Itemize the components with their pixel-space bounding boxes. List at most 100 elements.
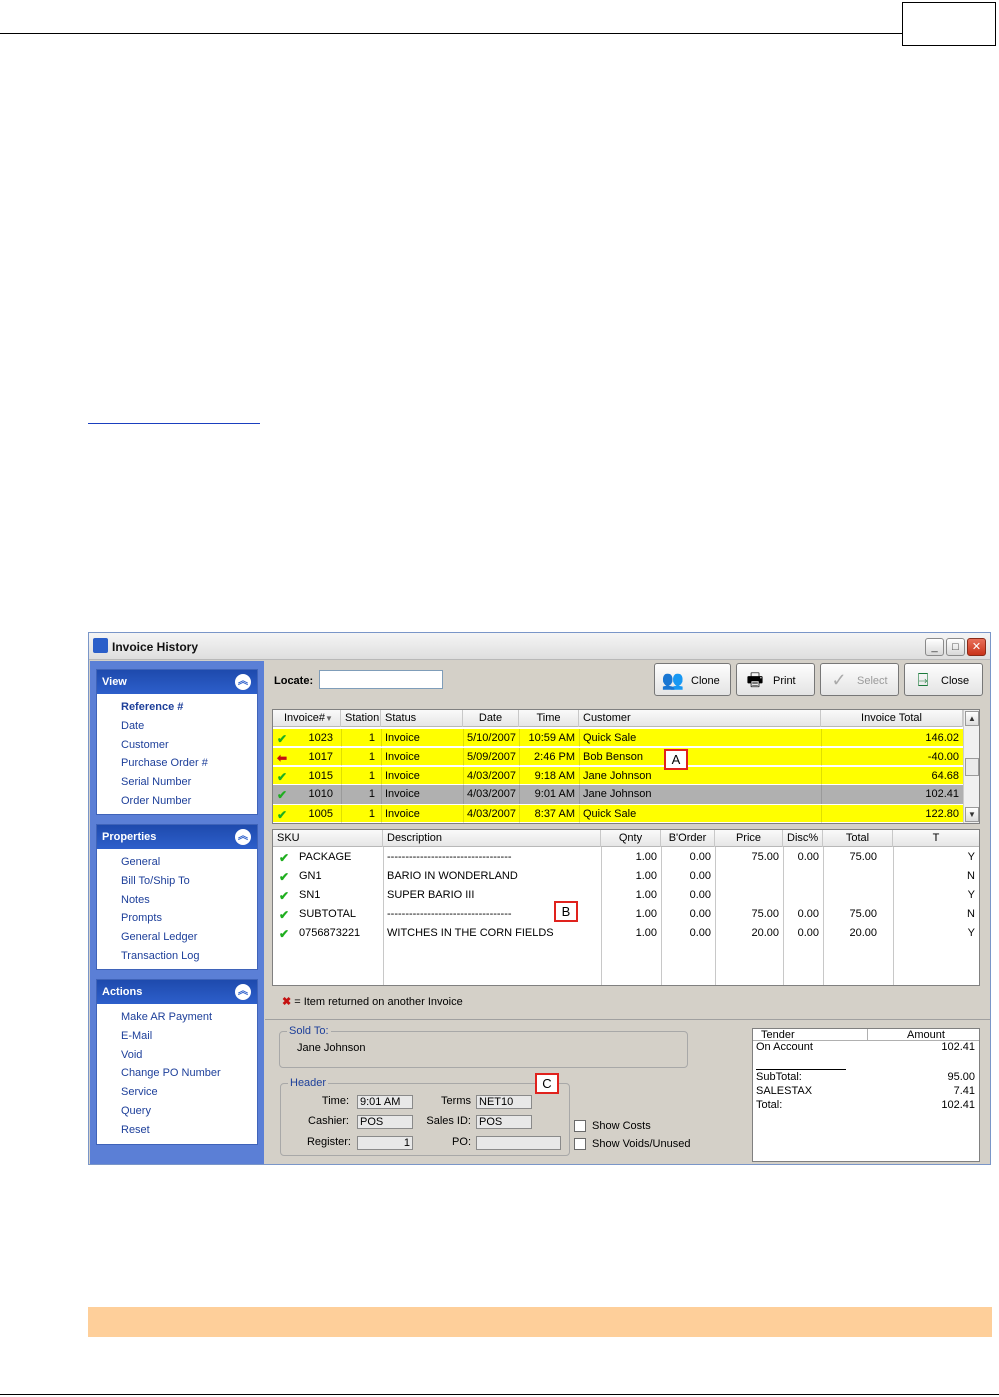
item-cell-qty: 1.00 [635, 870, 657, 882]
line-item-row[interactable]: ✔ SN1 SUPER BARIO III 1.00 0.00 Y [273, 886, 979, 905]
scroll-down-icon[interactable]: ▼ [965, 807, 979, 822]
sold-to-title: Sold To: [287, 1025, 331, 1037]
col-price[interactable]: Price [715, 830, 783, 847]
hyperlink-underline[interactable] [88, 423, 260, 424]
invoice-row[interactable]: ✔ 1023 1 Invoice 5/10/2007 10:59 AM Quick Sale… [273, 728, 963, 748]
show-costs-label[interactable]: Show Costs [592, 1120, 651, 1132]
item-cell-sku: 0756873221 [299, 927, 361, 939]
title-bar[interactable]: Invoice History _ □ ✕ [89, 633, 990, 660]
item-cell-total: 75.00 [849, 908, 877, 920]
view-item-reference[interactable]: Reference # [97, 698, 257, 717]
properties-item-notes[interactable]: Notes [97, 891, 257, 910]
view-item-serial-number[interactable]: Serial Number [97, 773, 257, 792]
col-time[interactable]: Time [519, 710, 579, 727]
col-description[interactable]: Description [383, 830, 601, 847]
scroll-up-icon[interactable]: ▲ [965, 711, 979, 726]
item-cell-border: 0.00 [689, 927, 711, 939]
col-status[interactable]: Status [381, 710, 463, 727]
invoice-cell-station: 1 [368, 788, 375, 800]
col-station[interactable]: Station [341, 710, 381, 727]
item-cell-sku: SUBTOTAL [299, 908, 357, 920]
invoice-row[interactable]: ✔ 1015 1 Invoice 4/03/2007 9:18 AM Jane Johnso… [273, 766, 963, 786]
tender-col-tender: Tender [761, 1029, 795, 1041]
item-cell-disc: 0.00 [797, 927, 819, 939]
invoice-cell-customer: Quick Sale [583, 808, 637, 820]
properties-item-general[interactable]: General [97, 853, 257, 872]
select-button[interactable]: ✓ Select [820, 663, 899, 696]
col-disc[interactable]: Disc% [783, 830, 823, 847]
invoice-cell-invoice: 1005 [308, 808, 333, 820]
col-t[interactable]: T [893, 830, 979, 847]
item-cell-qty: 1.00 [635, 889, 657, 901]
properties-item-bill-ship[interactable]: Bill To/Ship To [97, 872, 257, 891]
print-button[interactable]: 🖶 Print [736, 663, 815, 696]
invoice-row[interactable]: ✔ 1010 1 Invoice 4/03/2007 9:01 AM Jane Johnso… [273, 785, 963, 804]
returned-legend: ✖ = Item returned on another Invoice [282, 995, 463, 1008]
view-item-order-number[interactable]: Order Number [97, 792, 257, 811]
col-qnty[interactable]: Qnty [601, 830, 661, 847]
collapse-up-icon[interactable]: ︽ [235, 984, 251, 1000]
actions-group-header[interactable]: Actions ︽ [97, 980, 257, 1004]
invoice-row[interactable]: ⬅ 1017 1 Invoice 5/09/2007 2:46 PM Bob Benson -… [273, 747, 963, 767]
action-query[interactable]: Query [97, 1102, 257, 1121]
line-item-row[interactable]: ✔ PACKAGE --------------------------------… [273, 848, 979, 867]
check-icon: ✓ [831, 670, 847, 690]
action-service[interactable]: Service [97, 1083, 257, 1102]
col-border[interactable]: B'Order [661, 830, 715, 847]
actions-group-title: Actions [102, 986, 143, 998]
view-item-customer[interactable]: Customer [97, 736, 257, 755]
collapse-up-icon[interactable]: ︽ [235, 829, 251, 845]
properties-item-prompts[interactable]: Prompts [97, 909, 257, 928]
col-sku[interactable]: SKU [273, 830, 383, 847]
item-cell-disc [783, 867, 823, 885]
item-cell-total [823, 886, 881, 904]
line-items-header: SKU Description Qnty B'Order Price Disc%… [273, 830, 979, 847]
invoice-cell-status: Invoice [385, 770, 420, 782]
col-customer[interactable]: Customer [579, 710, 821, 727]
show-costs-checkbox[interactable] [574, 1120, 586, 1132]
action-change-po-number[interactable]: Change PO Number [97, 1064, 257, 1083]
show-voids-label[interactable]: Show Voids/Unused [592, 1138, 690, 1150]
collapse-up-icon[interactable]: ︽ [235, 674, 251, 690]
action-reset[interactable]: Reset [97, 1121, 257, 1140]
properties-item-general-ledger[interactable]: General Ledger [97, 928, 257, 947]
action-make-ar-payment[interactable]: Make AR Payment [97, 1008, 257, 1027]
action-void[interactable]: Void [97, 1046, 257, 1065]
item-cell-sku: GN1 [299, 870, 322, 882]
line-item-row[interactable]: ✔ 0756873221 WITCHES IN THE CORN FIELDS 1.0… [273, 924, 979, 943]
check-icon: ✔ [279, 927, 290, 941]
minimize-button[interactable]: _ [925, 638, 944, 656]
close-window-button[interactable]: ✕ [967, 638, 986, 656]
view-item-date[interactable]: Date [97, 717, 257, 736]
sold-to-name: Jane Johnson [297, 1042, 366, 1054]
show-voids-checkbox[interactable] [574, 1138, 586, 1150]
col-date[interactable]: Date [463, 710, 519, 727]
po-label: PO: [452, 1136, 471, 1148]
action-email[interactable]: E-Mail [97, 1027, 257, 1046]
col-total[interactable]: Total [823, 830, 893, 847]
clone-button[interactable]: 👥 Clone [654, 663, 731, 696]
line-item-row[interactable]: ✔ SUBTOTAL -------------------------------… [273, 905, 979, 924]
properties-group-header[interactable]: Properties ︽ [97, 825, 257, 849]
invoice-row[interactable]: ✔ 1005 1 Invoice 4/03/2007 8:37 AM Quick Sale 1… [273, 804, 963, 823]
invoice-cell-total: -40.00 [927, 751, 959, 763]
scroll-thumb[interactable] [965, 758, 979, 776]
sales-id-label: Sales ID: [426, 1115, 471, 1127]
view-group-header[interactable]: View ︽ [97, 670, 257, 694]
properties-item-transaction-log[interactable]: Transaction Log [97, 947, 257, 966]
item-cell-desc: ---------------------------------- [387, 851, 512, 863]
item-cell-t: Y [967, 889, 975, 901]
line-item-row[interactable]: ✔ GN1 BARIO IN WONDERLAND 1.00 0.00 N [273, 867, 979, 886]
properties-group: Properties ︽ General Bill To/Ship To Not… [96, 824, 258, 970]
cashier-label: Cashier: [308, 1115, 349, 1127]
locate-label: Locate: [274, 675, 314, 687]
maximize-button[interactable]: □ [946, 638, 965, 656]
view-item-purchase-order[interactable]: Purchase Order # [97, 754, 257, 773]
locate-input[interactable] [319, 670, 443, 689]
invoice-scrollbar[interactable]: ▲ ▼ [963, 710, 979, 823]
page-footer-rule [0, 1394, 999, 1395]
invoice-cell-time: 9:18 AM [534, 770, 575, 782]
invoice-grid-header: Invoice# ▼ Station Status Date Time Cust… [273, 710, 963, 727]
col-invoice-total[interactable]: Invoice Total [821, 710, 963, 727]
close-button[interactable]: ⍈ Close [904, 663, 983, 696]
